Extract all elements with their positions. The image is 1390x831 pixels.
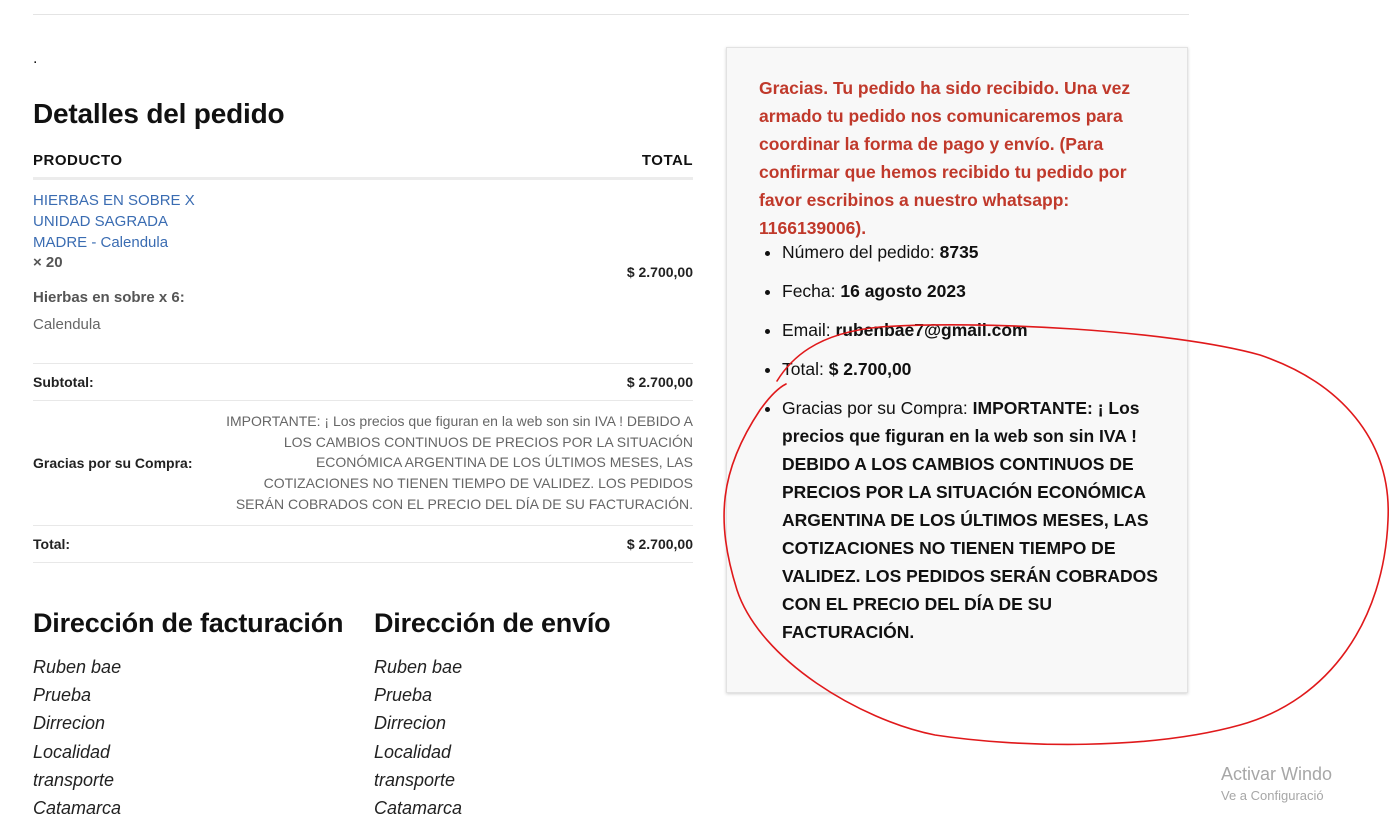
order-number-label: Número del pedido: (782, 242, 940, 262)
billing-address-title: Dirección de facturación (33, 608, 344, 638)
total-label: Total: (33, 524, 213, 563)
subtotal-row: Subtotal: $ 2.700,00 (33, 363, 693, 401)
shipping-line: transporte (374, 769, 456, 790)
order-details-section: Detalles del pedido PRODUCTO TOTAL HIERB… (33, 98, 693, 563)
order-date-item: Fecha: 16 agosto 2023 (782, 277, 1182, 305)
watermark-subtitle: Ve a Configuració (1221, 788, 1324, 803)
order-date-label: Fecha: (782, 281, 841, 301)
order-date-value: 16 agosto 2023 (840, 281, 966, 301)
product-column-header: PRODUCTO (33, 152, 213, 180)
total-row: Total: $ 2.700,00 (33, 524, 693, 563)
shipping-address-title: Dirección de envío (374, 608, 611, 638)
customer-note-cell: IMPORTANTE: ¡ Los precios que figuran en… (212, 400, 693, 526)
shipping-line: Prueba (374, 685, 433, 706)
order-total-label: Total: (782, 359, 829, 379)
product-meta-label: Hierbas en sobre x 6: (33, 289, 185, 306)
billing-line: Localidad (33, 741, 111, 762)
shipping-address: Dirección de envío Ruben bae Prueba Dirr… (374, 608, 611, 822)
product-meta-value: Calendula (33, 316, 101, 333)
customer-note-label: Gracias por su Compra: (33, 400, 213, 526)
product-price: $ 2.700,00 (626, 263, 693, 280)
order-note-item: Gracias por su Compra: IMPORTANTE: ¡ Los… (782, 394, 1182, 646)
order-email-value: rubenbae7@gmail.com (835, 320, 1028, 340)
windows-activation-watermark: Activar Windo Ve a Configuració (1221, 762, 1340, 806)
shipping-address-lines: Ruben bae Prueba Dirrecion Localidad tra… (374, 653, 610, 822)
shipping-line: Dirrecion (374, 713, 447, 734)
table-header-row: PRODUCTO TOTAL (33, 152, 693, 180)
customer-note-value: IMPORTANTE: ¡ Los precios que figuran en… (226, 413, 693, 512)
total-column-header: TOTAL (212, 152, 693, 180)
order-received-page: { "page": { "dot": "." }, "order_details… (0, 0, 1390, 831)
order-number-value: 8735 (939, 242, 979, 262)
order-email-item: Email: rubenbae7@gmail.com (782, 316, 1182, 344)
billing-line: Dirrecion (33, 713, 106, 734)
billing-line: Catamarca (33, 797, 122, 818)
shipping-line: Catamarca (374, 797, 463, 818)
order-total-value: $ 2.700,00 (828, 359, 912, 379)
shipping-line: Ruben bae (374, 657, 463, 677)
customer-note-row: Gracias por su Compra: IMPORTANTE: ¡ Los… (33, 400, 693, 526)
subtotal-label: Subtotal: (33, 363, 213, 401)
product-cell: HIERBAS EN SOBRE X UNIDAD SAGRADA MADRE … (33, 179, 212, 364)
product-link[interactable]: HIERBAS EN SOBRE X UNIDAD SAGRADA MADRE … (33, 190, 208, 253)
billing-address: Dirección de facturación Ruben bae Prueb… (33, 608, 343, 822)
order-overview-list: Número del pedido: 8735 Fecha: 16 agosto… (759, 238, 1182, 657)
stray-dot: . (33, 50, 38, 67)
billing-address-lines: Ruben bae Prueba Dirrecion Localidad tra… (33, 653, 343, 822)
table-row: HIERBAS EN SOBRE X UNIDAD SAGRADA MADRE … (33, 179, 693, 364)
shipping-line: Localidad (374, 741, 452, 762)
subtotal-value: $ 2.700,00 (212, 363, 693, 401)
top-divider (33, 14, 1189, 15)
order-email-label: Email: (782, 320, 836, 340)
order-details-table: PRODUCTO TOTAL HIERBAS EN SOBRE X UNIDAD… (33, 152, 693, 563)
watermark-title: Activar Windo (1221, 764, 1333, 784)
order-details-title: Detalles del pedido (33, 98, 285, 129)
order-received-message: Gracias. Tu pedido ha sido recibido. Una… (759, 78, 1131, 238)
order-number-item: Número del pedido: 8735 (782, 238, 1182, 266)
product-quantity: × 20 (33, 254, 63, 271)
billing-line: Prueba (33, 685, 92, 706)
order-received-box: Gracias. Tu pedido ha sido recibido. Una… (726, 47, 1188, 693)
total-value: $ 2.700,00 (212, 524, 693, 563)
billing-line: transporte (33, 769, 115, 790)
order-total-item: Total: $ 2.700,00 (782, 355, 1182, 383)
billing-line: Ruben bae (33, 657, 122, 677)
order-note-label: Gracias por su Compra: (782, 398, 973, 418)
order-note-value: IMPORTANTE: ¡ Los precios que figuran en… (782, 398, 1158, 642)
